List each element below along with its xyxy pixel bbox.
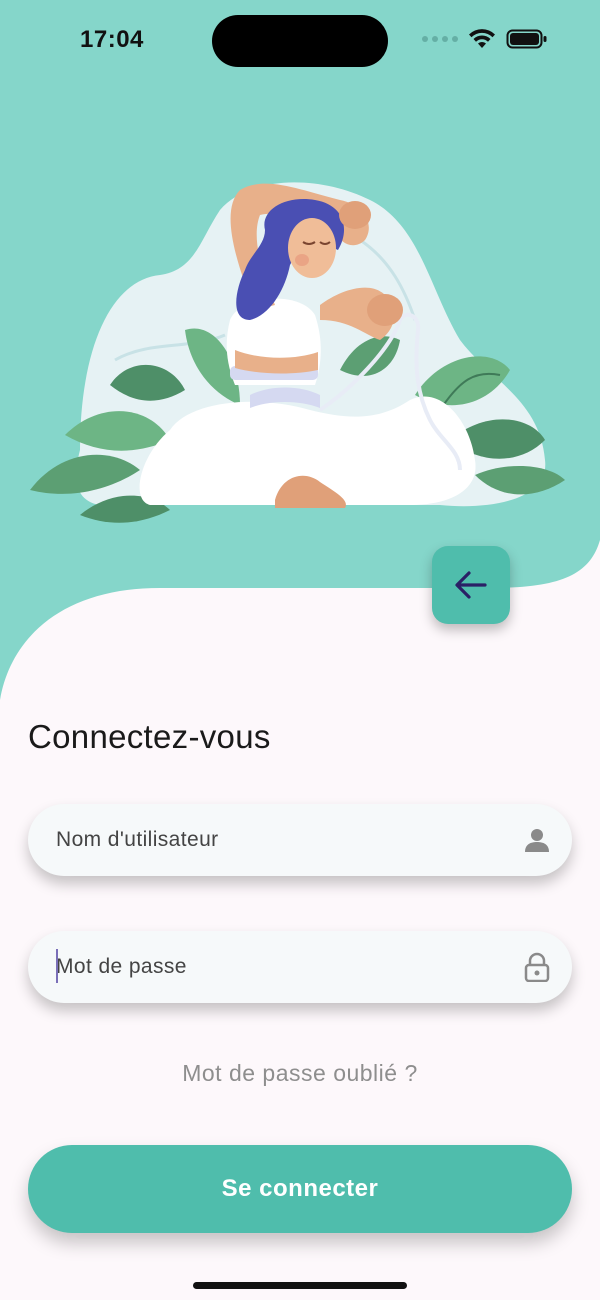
person-icon [522,825,552,855]
battery-icon [506,29,547,49]
login-title: Connectez-vous [28,718,271,755]
cellular-signal-icon [422,36,458,42]
status-icons [422,28,548,50]
wifi-icon [469,29,495,48]
username-input[interactable] [28,803,522,877]
login-button[interactable]: Se connecter [28,1145,572,1233]
forgot-password-link[interactable]: Mot de passe oublié ? [0,1060,600,1087]
back-button[interactable] [432,546,510,624]
yoga-illustration [30,182,565,523]
text-cursor [56,949,58,983]
dynamic-island [212,15,388,67]
username-field-container [28,803,572,877]
status-time: 17:04 [80,26,144,53]
password-field-container [28,930,572,1004]
arrow-left-icon [455,571,487,599]
password-input[interactable] [28,930,522,1004]
home-indicator[interactable] [193,1282,407,1289]
lock-icon [522,952,552,982]
login-screen: 17:04 Connectez-vous Nom d'utilisateur M… [0,0,600,1300]
